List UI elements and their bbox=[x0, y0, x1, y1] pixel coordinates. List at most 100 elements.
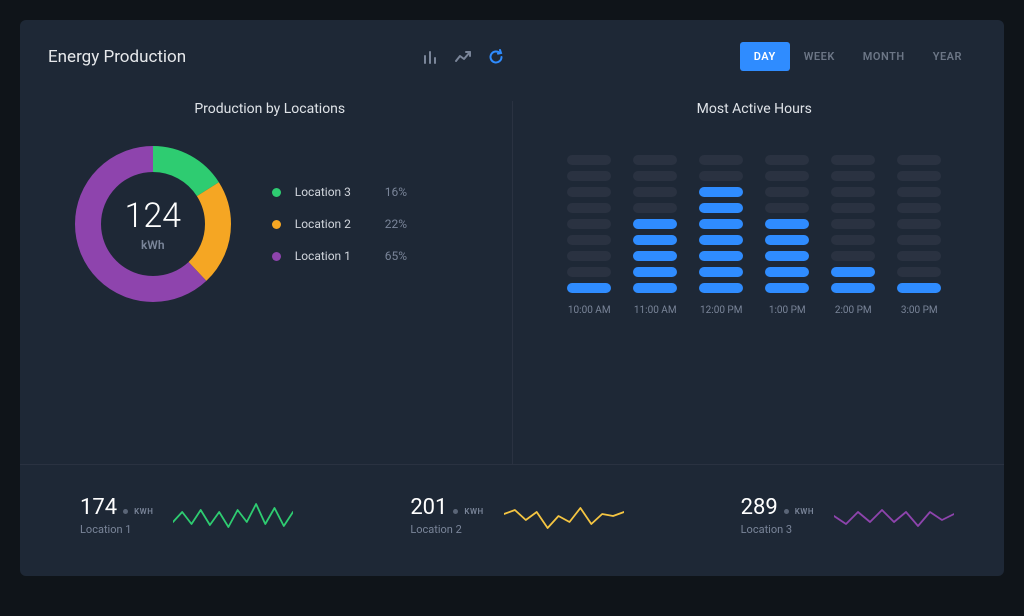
hour-column: 12:00 PM bbox=[699, 143, 743, 316]
sparkline-card: 174 KWH Location 1 bbox=[80, 495, 293, 536]
trend-up-icon[interactable] bbox=[454, 49, 472, 65]
hour-segment bbox=[831, 235, 875, 245]
hour-segment bbox=[897, 155, 941, 165]
sparkline-chart bbox=[834, 498, 954, 534]
hour-label: 1:00 PM bbox=[769, 305, 806, 316]
legend-pct: 22% bbox=[385, 217, 407, 231]
hour-column: 10:00 AM bbox=[567, 143, 611, 316]
hour-label: 10:00 AM bbox=[568, 305, 611, 316]
hour-segment bbox=[831, 203, 875, 213]
hour-bars bbox=[831, 143, 875, 293]
sparkline-card: 289 KWH Location 3 bbox=[741, 495, 954, 536]
spark-value: 174 bbox=[80, 495, 117, 520]
hour-segment bbox=[765, 219, 809, 229]
hour-label: 2:00 PM bbox=[835, 305, 872, 316]
hour-segment bbox=[699, 251, 743, 261]
hour-segment bbox=[699, 187, 743, 197]
legend-row: Location 165% bbox=[272, 249, 472, 263]
refresh-icon[interactable] bbox=[488, 49, 504, 65]
hour-segment bbox=[699, 283, 743, 293]
hour-segment bbox=[897, 187, 941, 197]
range-tab-week[interactable]: WEEK bbox=[790, 42, 849, 71]
time-range-tabs: DAYWEEKMONTHYEAR bbox=[740, 42, 976, 71]
hour-segment bbox=[897, 267, 941, 277]
hour-segment bbox=[831, 187, 875, 197]
hour-segment bbox=[699, 155, 743, 165]
sparkline-chart bbox=[173, 498, 293, 534]
bar-chart-icon[interactable] bbox=[422, 49, 438, 65]
hour-segment bbox=[699, 235, 743, 245]
hour-segment bbox=[633, 187, 677, 197]
hour-segment bbox=[567, 219, 611, 229]
legend-pct: 65% bbox=[385, 249, 407, 263]
hour-segment bbox=[567, 155, 611, 165]
hour-label: 3:00 PM bbox=[901, 305, 938, 316]
spark-location: Location 2 bbox=[410, 523, 483, 536]
sparkline-chart bbox=[504, 498, 624, 534]
legend-dot-icon bbox=[272, 220, 281, 229]
location-sparklines: 174 KWH Location 1 201KWHLocation 2 289 KWH Lo… bbox=[20, 464, 1004, 576]
hour-segment bbox=[831, 283, 875, 293]
spark-meta: 174 KWH Location 1 bbox=[80, 495, 153, 536]
dot-icon bbox=[784, 509, 789, 514]
hour-segment bbox=[897, 219, 941, 229]
donut-legend: Location 316% Location 222% Location 165% bbox=[272, 185, 472, 263]
hour-label: 11:00 AM bbox=[634, 305, 677, 316]
hour-segment bbox=[765, 267, 809, 277]
hour-segment bbox=[765, 171, 809, 181]
hour-bars bbox=[567, 143, 611, 293]
legend-row: Location 316% bbox=[272, 185, 472, 199]
range-tab-month[interactable]: MONTH bbox=[849, 42, 919, 71]
hour-segment bbox=[633, 251, 677, 261]
spark-meta: 201KWHLocation 2 bbox=[410, 495, 483, 536]
main-panels: Production by Locations 124 kWh Location… bbox=[20, 81, 1004, 464]
spark-value: 289 bbox=[741, 495, 778, 520]
hour-segment bbox=[765, 187, 809, 197]
hour-segment bbox=[765, 251, 809, 261]
legend-pct: 16% bbox=[385, 185, 407, 199]
hour-segment bbox=[699, 219, 743, 229]
panel-title-locations: Production by Locations bbox=[194, 101, 345, 117]
hour-segment bbox=[633, 235, 677, 245]
hour-segment bbox=[567, 203, 611, 213]
spark-value: 201 bbox=[410, 495, 447, 520]
donut-unit: kWh bbox=[141, 238, 165, 252]
spark-meta: 289 KWH Location 3 bbox=[741, 495, 814, 536]
hour-segment bbox=[765, 283, 809, 293]
chart-type-switch bbox=[422, 49, 504, 65]
hour-segment bbox=[567, 267, 611, 277]
spark-unit: KWH bbox=[134, 507, 153, 516]
hour-segment bbox=[699, 203, 743, 213]
hour-segment bbox=[633, 219, 677, 229]
hour-segment bbox=[633, 267, 677, 277]
page-title: Energy Production bbox=[48, 47, 186, 67]
hour-segment bbox=[831, 219, 875, 229]
hour-segment bbox=[699, 267, 743, 277]
hour-segment bbox=[765, 235, 809, 245]
range-tab-day[interactable]: DAY bbox=[740, 42, 790, 71]
spark-unit: KWH bbox=[795, 507, 814, 516]
hour-segment bbox=[567, 251, 611, 261]
hour-segment bbox=[567, 171, 611, 181]
panel-most-active-hours: Most Active Hours 10:00 AM11:00 AM12:00 … bbox=[513, 101, 977, 464]
hour-segment bbox=[897, 251, 941, 261]
donut-value: 124 bbox=[124, 196, 181, 236]
hour-segment bbox=[567, 187, 611, 197]
range-tab-year[interactable]: YEAR bbox=[919, 42, 976, 71]
dot-icon bbox=[123, 509, 128, 514]
legend-dot-icon bbox=[272, 188, 281, 197]
spark-location: Location 1 bbox=[80, 523, 153, 536]
hour-segment bbox=[567, 235, 611, 245]
dot-icon bbox=[453, 509, 458, 514]
sparkline-card: 201KWHLocation 2 bbox=[410, 495, 623, 536]
hour-bars bbox=[699, 143, 743, 293]
hour-bars bbox=[897, 143, 941, 293]
hour-segment bbox=[633, 155, 677, 165]
hour-segment bbox=[831, 155, 875, 165]
donut-chart: 124 kWh bbox=[68, 139, 238, 309]
hour-bars bbox=[633, 143, 677, 293]
hour-segment bbox=[897, 235, 941, 245]
spark-location: Location 3 bbox=[741, 523, 814, 536]
legend-row: Location 222% bbox=[272, 217, 472, 231]
legend-name: Location 1 bbox=[295, 249, 385, 263]
